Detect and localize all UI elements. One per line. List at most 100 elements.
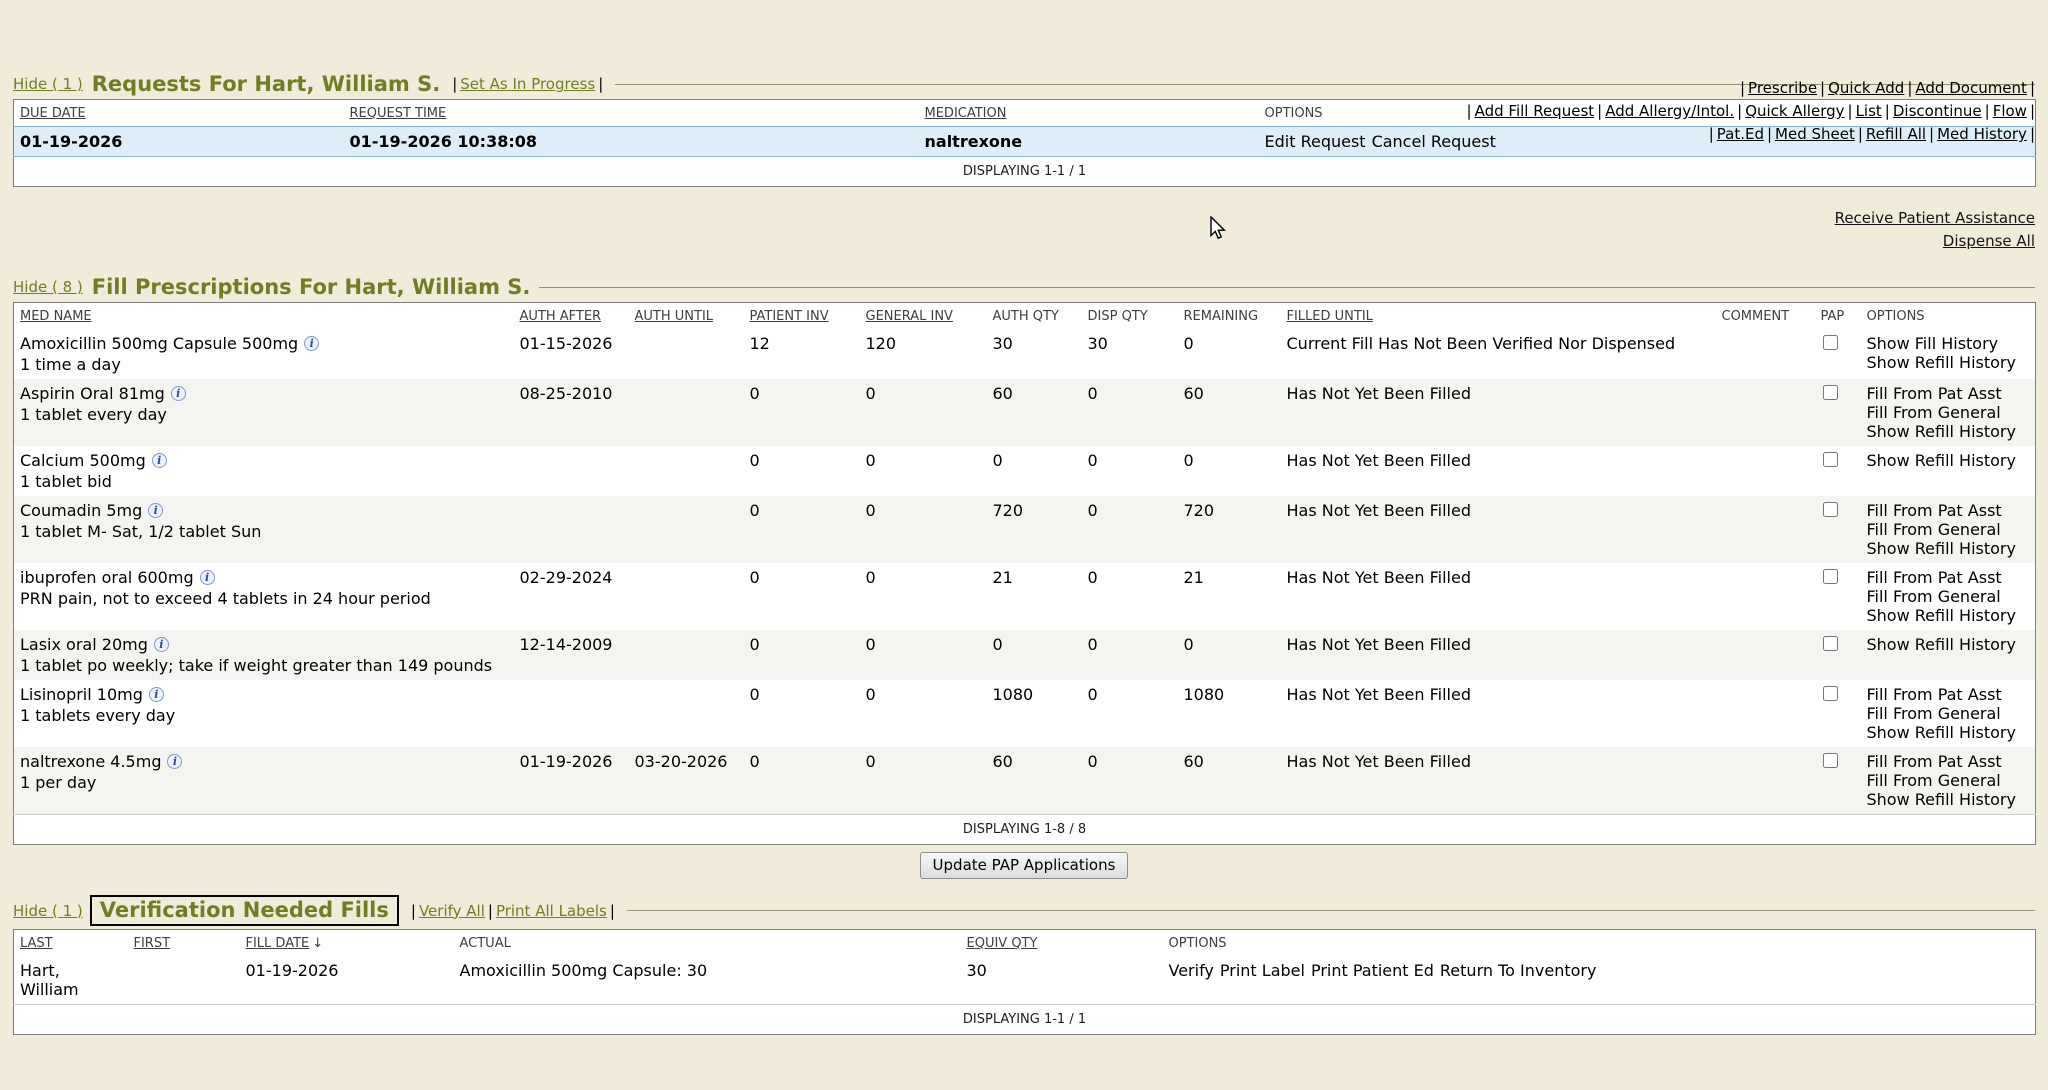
col-header-auth-after[interactable]: AUTH AFTER xyxy=(514,303,629,330)
pap-checkbox[interactable] xyxy=(1823,385,1838,400)
cell-auth-qty: 0 xyxy=(987,446,1082,496)
verify-all-link[interactable]: Verify All xyxy=(419,902,485,920)
col-header-first[interactable]: FIRST xyxy=(128,930,240,957)
fill-from-pat-asst-link[interactable]: Fill From Pat Asst xyxy=(1867,384,2030,403)
cell-general-inv: 0 xyxy=(860,379,987,446)
link-prescribe[interactable]: Prescribe xyxy=(1748,79,1817,97)
info-icon[interactable]: i xyxy=(171,386,186,401)
fill-row-coumadin[interactable]: Coumadin 5mgi 1 tablet M- Sat, 1/2 table… xyxy=(14,496,2036,563)
show-fill-history-link[interactable]: Show Fill History xyxy=(1867,334,2030,353)
link-refill-all[interactable]: Refill All xyxy=(1866,125,1926,143)
link-add-document[interactable]: Add Document xyxy=(1915,79,2027,97)
fill-row-calcium[interactable]: Calcium 500mgi 1 tablet bid 0 0 0 0 0 Ha… xyxy=(14,446,2036,496)
link-list[interactable]: List xyxy=(1856,102,1882,120)
link-med-sheet[interactable]: Med Sheet xyxy=(1775,125,1855,143)
info-icon[interactable]: i xyxy=(149,687,164,702)
cell-filled-until: Has Not Yet Been Filled xyxy=(1281,563,1716,630)
col-header-med-name[interactable]: MED NAME xyxy=(14,303,514,330)
verify-link[interactable]: Verify xyxy=(1169,961,1214,980)
cell-remaining: 0 xyxy=(1178,446,1281,496)
cell-disp-qty: 30 xyxy=(1082,329,1178,379)
verification-row[interactable]: Hart, William 01-19-2026 Amoxicillin 500… xyxy=(14,956,2036,1005)
fill-row-amoxicillin[interactable]: Amoxicillin 500mg Capsule 500mgi 1 time … xyxy=(14,329,2036,379)
show-refill-history-link[interactable]: Show Refill History xyxy=(1867,635,2030,654)
fill-row-ibuprofen[interactable]: ibuprofen oral 600mgi PRN pain, not to e… xyxy=(14,563,2036,630)
show-refill-history-link[interactable]: Show Refill History xyxy=(1867,539,2030,558)
info-icon[interactable]: i xyxy=(304,336,319,351)
fill-from-general-link[interactable]: Fill From General xyxy=(1867,403,2030,422)
cell-options: Fill From Pat Asst Fill From General Sho… xyxy=(1861,563,2036,630)
fill-from-pat-asst-link[interactable]: Fill From Pat Asst xyxy=(1867,501,2030,520)
link-quick-add[interactable]: Quick Add xyxy=(1828,79,1904,97)
dispense-all-link[interactable]: Dispense All xyxy=(1943,232,2035,250)
show-refill-history-link[interactable]: Show Refill History xyxy=(1867,451,2030,470)
cell-options: Show Fill History Show Refill History xyxy=(1861,329,2036,379)
receive-patient-assistance-link[interactable]: Receive Patient Assistance xyxy=(1835,209,2035,227)
cell-auth-until xyxy=(629,563,744,630)
edit-request-link[interactable]: Edit Request xyxy=(1265,132,1366,151)
requests-hide-link[interactable]: Hide ( 1 ) xyxy=(13,75,83,93)
set-as-in-progress-link[interactable]: Set As In Progress xyxy=(460,75,595,93)
pap-checkbox[interactable] xyxy=(1823,335,1838,350)
section-divider-line xyxy=(539,287,2035,288)
cell-remaining: 0 xyxy=(1178,630,1281,680)
col-header-last[interactable]: LAST xyxy=(14,930,128,957)
fill-row-aspirin[interactable]: Aspirin Oral 81mgi 1 tablet every day 08… xyxy=(14,379,2036,446)
fill-from-pat-asst-link[interactable]: Fill From Pat Asst xyxy=(1867,752,2030,771)
pap-checkbox[interactable] xyxy=(1823,502,1838,517)
col-header-auth-until[interactable]: AUTH UNTIL xyxy=(629,303,744,330)
cell-pap xyxy=(1815,747,1861,815)
fill-row-lisinopril[interactable]: Lisinopril 10mgi 1 tablets every day 0 0… xyxy=(14,680,2036,747)
link-discontinue[interactable]: Discontinue xyxy=(1893,102,1982,120)
col-header-filled-until[interactable]: FILLED UNTIL xyxy=(1281,303,1716,330)
quick-links-row-3: |Pat.Ed|Med Sheet|Refill All|Med History… xyxy=(1464,123,2038,146)
show-refill-history-link[interactable]: Show Refill History xyxy=(1867,723,2030,742)
col-header-general-inv[interactable]: GENERAL INV xyxy=(860,303,987,330)
col-header-fill-date[interactable]: FILL DATE↓ xyxy=(240,930,454,957)
fill-section-title: Fill Prescriptions For Hart, William S. xyxy=(92,275,531,299)
fill-hide-link[interactable]: Hide ( 8 ) xyxy=(13,278,83,296)
col-header-equiv-qty[interactable]: EQUIV QTY xyxy=(961,930,1163,957)
pap-checkbox[interactable] xyxy=(1823,452,1838,467)
fill-row-naltrexone[interactable]: naltrexone 4.5mgi 1 per day 01-19-2026 0… xyxy=(14,747,2036,815)
pap-checkbox[interactable] xyxy=(1823,636,1838,651)
verification-hide-link[interactable]: Hide ( 1 ) xyxy=(13,902,83,920)
info-icon[interactable]: i xyxy=(154,637,169,652)
return-to-inventory-link[interactable]: Return To Inventory xyxy=(1440,961,1597,980)
link-add-fill-request[interactable]: Add Fill Request xyxy=(1475,102,1595,120)
link-pat-ed[interactable]: Pat.Ed xyxy=(1717,125,1764,143)
med-name: Coumadin 5mg xyxy=(20,501,142,520)
show-refill-history-link[interactable]: Show Refill History xyxy=(1867,422,2030,441)
info-icon[interactable]: i xyxy=(152,453,167,468)
update-pap-applications-button[interactable]: Update PAP Applications xyxy=(920,852,1129,879)
pap-checkbox[interactable] xyxy=(1823,686,1838,701)
fill-from-general-link[interactable]: Fill From General xyxy=(1867,520,2030,539)
pap-checkbox[interactable] xyxy=(1823,753,1838,768)
info-icon[interactable]: i xyxy=(200,570,215,585)
link-quick-allergy[interactable]: Quick Allergy xyxy=(1745,102,1844,120)
fill-from-general-link[interactable]: Fill From General xyxy=(1867,771,2030,790)
print-all-labels-link[interactable]: Print All Labels xyxy=(496,902,607,920)
col-header-due-date[interactable]: DUE DATE xyxy=(14,100,344,127)
print-label-link[interactable]: Print Label xyxy=(1220,961,1305,980)
link-add-allergy-intol[interactable]: Add Allergy/Intol. xyxy=(1605,102,1734,120)
fill-row-lasix[interactable]: Lasix oral 20mgi 1 tablet po weekly; tak… xyxy=(14,630,2036,680)
fill-from-general-link[interactable]: Fill From General xyxy=(1867,587,2030,606)
show-refill-history-link[interactable]: Show Refill History xyxy=(1867,353,2030,372)
fill-from-general-link[interactable]: Fill From General xyxy=(1867,704,2030,723)
info-icon[interactable]: i xyxy=(167,754,182,769)
show-refill-history-link[interactable]: Show Refill History xyxy=(1867,790,2030,809)
cell-remaining: 60 xyxy=(1178,747,1281,815)
pap-checkbox[interactable] xyxy=(1823,569,1838,584)
col-header-medication[interactable]: MEDICATION xyxy=(919,100,1259,127)
info-icon[interactable]: i xyxy=(148,503,163,518)
link-med-history[interactable]: Med History xyxy=(1937,125,2027,143)
fill-from-pat-asst-link[interactable]: Fill From Pat Asst xyxy=(1867,568,2030,587)
fill-from-pat-asst-link[interactable]: Fill From Pat Asst xyxy=(1867,685,2030,704)
show-refill-history-link[interactable]: Show Refill History xyxy=(1867,606,2030,625)
col-header-request-time[interactable]: REQUEST TIME xyxy=(344,100,919,127)
col-header-patient-inv[interactable]: PATIENT INV xyxy=(744,303,860,330)
link-flow[interactable]: Flow xyxy=(1993,102,2027,120)
fill-prescriptions-table: MED NAME AUTH AFTER AUTH UNTIL PATIENT I… xyxy=(13,302,2036,845)
print-patient-ed-link[interactable]: Print Patient Ed xyxy=(1311,961,1434,980)
